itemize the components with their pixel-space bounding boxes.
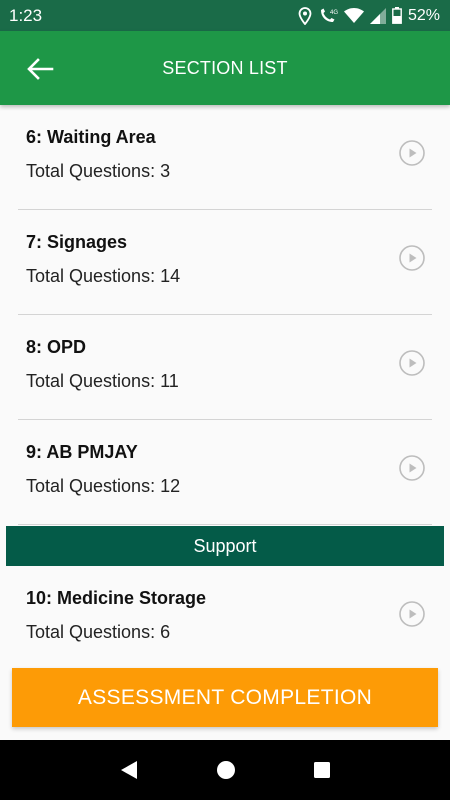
section-list: 6: Waiting Area Total Questions: 3 7: Si…: [0, 105, 450, 525]
section-item[interactable]: 8: OPD Total Questions: 11: [0, 315, 450, 420]
status-bar: 1:23 4G 52%: [0, 0, 450, 31]
status-icons: 4G 52%: [298, 7, 440, 25]
play-circle-icon[interactable]: [398, 454, 426, 482]
svg-text:4G: 4G: [330, 10, 338, 16]
play-circle-icon[interactable]: [398, 139, 426, 167]
section-item[interactable]: 10: Medicine Storage Total Questions: 6: [0, 566, 450, 666]
play-circle-icon[interactable]: [398, 349, 426, 377]
group-header: Support: [6, 526, 444, 566]
section-question-count: Total Questions: 3: [26, 161, 171, 181]
cellular-signal-icon: [369, 7, 386, 24]
status-time: 1:23: [9, 5, 43, 25]
section-question-count: Total Questions: 11: [26, 371, 179, 391]
location-icon: [298, 6, 312, 25]
section-name: 7: Signages: [26, 232, 128, 252]
page-title: SECTION LIST: [162, 58, 288, 78]
system-nav-bar: [0, 740, 450, 800]
assessment-completion-button[interactable]: ASSESSMENT COMPLETION: [12, 668, 438, 727]
section-name: 8: OPD: [26, 337, 87, 357]
section-item[interactable]: 9: AB PMJAY Total Questions: 12: [0, 420, 450, 525]
section-item[interactable]: 7: Signages Total Questions: 14: [0, 210, 450, 315]
battery-icon: [392, 7, 402, 24]
wifi-icon: [343, 7, 364, 24]
section-item[interactable]: 6: Waiting Area Total Questions: 3: [0, 105, 450, 210]
volte-call-icon: 4G: [318, 7, 338, 25]
section-question-count: Total Questions: 12: [26, 476, 181, 496]
nav-back-icon[interactable]: [119, 759, 139, 781]
section-question-count: Total Questions: 6: [26, 622, 171, 642]
nav-recents-icon[interactable]: [313, 761, 331, 779]
section-name: 9: AB PMJAY: [26, 442, 138, 462]
play-circle-icon[interactable]: [398, 600, 426, 628]
battery-percent: 52%: [407, 6, 440, 24]
nav-home-icon[interactable]: [216, 760, 236, 780]
section-name: 6: Waiting Area: [26, 127, 156, 147]
divider: [18, 524, 432, 525]
section-question-count: Total Questions: 14: [26, 266, 181, 286]
app-bar: SECTION LIST: [0, 31, 450, 105]
play-circle-icon[interactable]: [398, 244, 426, 272]
section-name: 10: Medicine Storage: [26, 588, 207, 608]
